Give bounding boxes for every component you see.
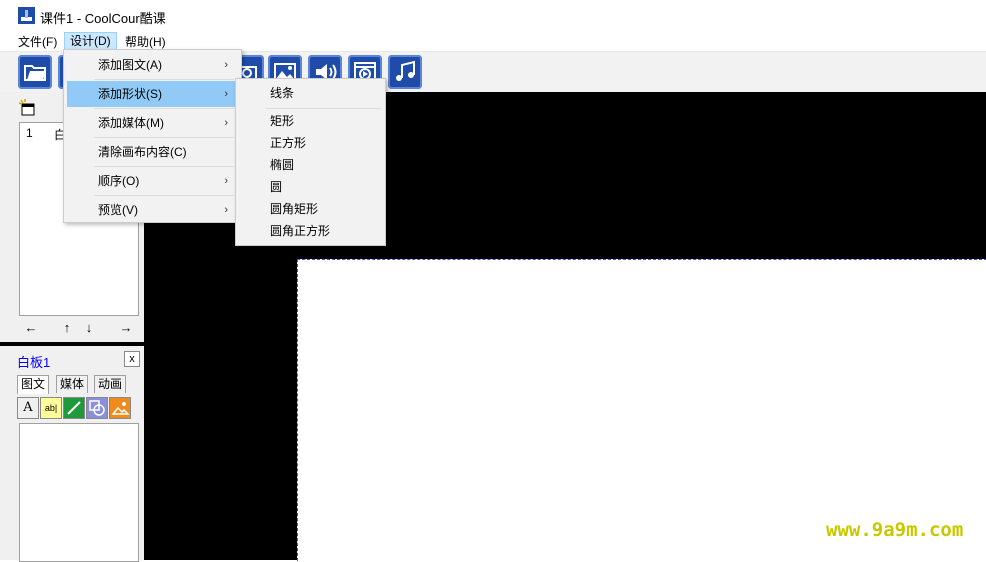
menu-item-label: 预览(V) xyxy=(98,203,138,217)
open-folder-icon[interactable] xyxy=(18,55,52,89)
app-icon xyxy=(18,7,35,24)
whiteboard-canvas[interactable] xyxy=(297,259,986,561)
chevron-right-icon: › xyxy=(224,59,228,71)
menu-item-circle[interactable]: 圆 xyxy=(239,176,380,198)
menu-item-clear-canvas[interactable]: 清除画布内容(C) xyxy=(67,139,236,165)
move-right-button[interactable]: → xyxy=(115,320,137,336)
menu-item-preview[interactable]: 预览(V) › xyxy=(67,197,236,223)
tab-text-image[interactable]: 图文 xyxy=(17,375,50,394)
shape-tool-icon[interactable] xyxy=(86,397,108,419)
menu-item-rectangle[interactable]: 矩形 xyxy=(239,110,380,132)
menu-separator xyxy=(94,166,234,167)
menu-separator xyxy=(94,79,234,80)
menu-item-label: 清除画布内容(C) xyxy=(98,145,187,159)
line-tool-icon[interactable] xyxy=(63,397,85,419)
tab-animation[interactable]: 动画 xyxy=(94,375,127,393)
menu-item-line[interactable]: 线条 xyxy=(239,82,380,104)
menu-item-order[interactable]: 顺序(O) › xyxy=(67,168,236,194)
menu-item-add-text-image[interactable]: 添加图文(A) › xyxy=(67,52,236,78)
move-up-button[interactable]: ↑ xyxy=(60,320,74,336)
whiteboard-header: 白板1 x xyxy=(14,348,144,370)
whiteboard-tabs: 图文 媒体 动画 xyxy=(17,375,137,394)
panel-divider[interactable] xyxy=(0,342,144,346)
chevron-right-icon: › xyxy=(224,88,228,100)
menu-file[interactable]: 文件(F) xyxy=(13,33,62,51)
new-slide-icon[interactable] xyxy=(18,99,37,120)
chevron-right-icon: › xyxy=(224,117,228,129)
menu-item-rounded-square[interactable]: 圆角正方形 xyxy=(239,220,380,242)
slide-number: 1 xyxy=(26,126,33,140)
menu-item-label: 添加形状(S) xyxy=(98,87,162,101)
whiteboard-toolbar: A ab| xyxy=(17,395,137,419)
menu-item-square[interactable]: 正方形 xyxy=(239,132,380,154)
label-tool-icon[interactable]: ab| xyxy=(40,397,62,419)
watermark: www.9a9m.com xyxy=(826,519,964,541)
menu-bar: 文件(F) 设计(D) 帮助(H) xyxy=(0,31,986,51)
move-left-button[interactable]: ← xyxy=(20,320,42,336)
tab-media[interactable]: 媒体 xyxy=(56,375,89,393)
menu-item-label: 顺序(O) xyxy=(98,174,140,188)
close-icon[interactable]: x xyxy=(124,351,140,367)
menu-item-label: 添加图文(A) xyxy=(98,58,162,72)
whiteboard-object-list[interactable] xyxy=(19,423,139,562)
music-icon[interactable] xyxy=(388,55,422,89)
menu-item-label: 添加媒体(M) xyxy=(98,116,164,130)
menu-separator xyxy=(266,108,381,109)
design-menu: 添加图文(A) › 添加形状(S) › 添加媒体(M) › 清除画布内容(C) … xyxy=(63,49,242,223)
picture-tool-icon[interactable] xyxy=(109,397,131,419)
menu-separator xyxy=(94,195,234,196)
whiteboard-title: 白板1 xyxy=(17,355,51,370)
menu-item-rounded-rectangle[interactable]: 圆角矩形 xyxy=(239,198,380,220)
shape-submenu: 线条 矩形 正方形 椭圆 圆 圆角矩形 圆角正方形 xyxy=(235,78,386,246)
text-tool-icon[interactable]: A xyxy=(17,397,39,419)
move-down-button[interactable]: ↓ xyxy=(82,320,96,336)
menu-item-ellipse[interactable]: 椭圆 xyxy=(239,154,380,176)
window-title: 课件1 - CoolCour酷课 xyxy=(40,11,166,26)
chevron-right-icon: › xyxy=(224,204,228,216)
menu-item-add-media[interactable]: 添加媒体(M) › xyxy=(67,110,236,136)
menu-separator xyxy=(94,137,234,138)
title-bar: 课件1 - CoolCour酷课 xyxy=(0,0,986,31)
menu-separator xyxy=(94,108,234,109)
chevron-right-icon: › xyxy=(224,175,228,187)
menu-item-add-shape[interactable]: 添加形状(S) › xyxy=(67,81,236,107)
